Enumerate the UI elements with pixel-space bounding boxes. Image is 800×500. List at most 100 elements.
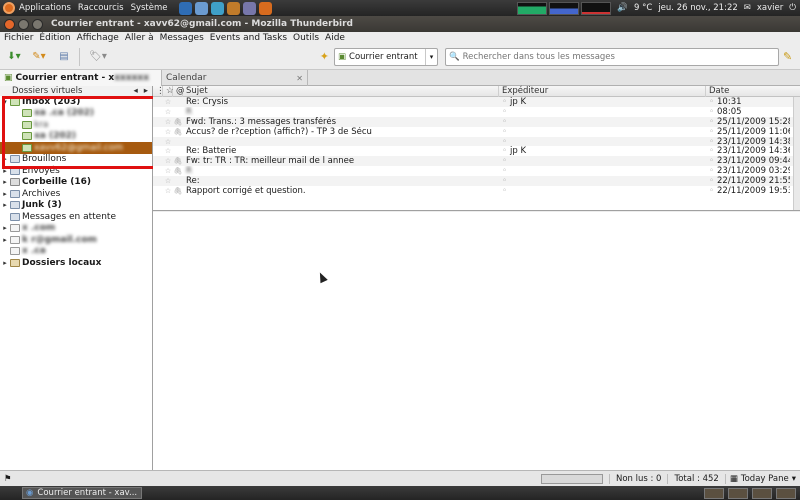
expand-twisty-icon[interactable]: ▸ — [0, 236, 10, 244]
menu-events-tasks[interactable]: Events and Tasks — [210, 33, 287, 43]
mail-indicator-icon[interactable]: ✉ — [744, 3, 751, 13]
expand-twisty-icon[interactable]: ▸ — [0, 259, 10, 267]
message-row[interactable]: ☆ 🖇 R ◦ ◦ 23/11/2009 03:29 — [153, 166, 800, 176]
read-dot-icon[interactable]: ◦ — [502, 127, 507, 137]
column-sender[interactable]: Expéditeur — [499, 85, 706, 97]
read-dot-icon[interactable]: ◦ — [502, 117, 507, 127]
message-row[interactable]: ☆ Re: ◦ ◦ 22/11/2009 21:55 — [153, 176, 800, 187]
menu-help[interactable]: Aide — [325, 33, 345, 43]
tab-inbox[interactable]: ▣ Courrier entrant - x xxxxxx — [0, 70, 162, 86]
expand-twisty-icon[interactable]: ▸ — [0, 190, 10, 198]
expand-twisty-icon[interactable]: ▸ — [0, 178, 10, 186]
message-row[interactable]: ☆ R ◦ ◦ 08:05 — [153, 107, 800, 117]
message-list-scrollbar[interactable] — [793, 97, 800, 210]
quick-filter-icon[interactable]: ✦ — [320, 50, 329, 63]
read-dot-icon[interactable]: ◦ — [502, 107, 507, 117]
column-subject[interactable]: Sujet — [183, 85, 499, 97]
folder-item[interactable]: ▸ Corbeille (16) — [0, 177, 152, 189]
get-mail-button[interactable]: ⬇▾ — [3, 48, 25, 66]
junk-dot-icon[interactable]: ◦ — [709, 186, 714, 196]
attachment-column-icon[interactable]: @ — [173, 85, 185, 97]
junk-dot-icon[interactable]: ◦ — [709, 107, 714, 117]
menu-go[interactable]: Aller à — [125, 33, 154, 43]
taskbar-thunderbird[interactable]: ◉ Courrier entrant - xav... — [22, 487, 142, 499]
folder-item[interactable]: ▸ x .com — [0, 223, 152, 235]
menu-file[interactable]: Fichier — [4, 33, 33, 43]
read-dot-icon[interactable]: ◦ — [502, 166, 507, 176]
star-icon[interactable]: ☆ — [163, 98, 173, 106]
chevron-left-icon[interactable]: ◂ — [133, 86, 137, 96]
trash-icon[interactable] — [776, 487, 796, 499]
menu-tools[interactable]: Outils — [293, 33, 319, 43]
column-date[interactable]: Date — [706, 86, 790, 97]
folder-item[interactable]: x .ca — [0, 246, 152, 258]
star-column-icon[interactable]: ☆ — [163, 85, 174, 97]
folder-item[interactable]: ▸ Junk (3) — [0, 200, 152, 212]
search-box[interactable]: 🔍 — [445, 47, 779, 66]
junk-dot-icon[interactable]: ◦ — [709, 166, 714, 176]
chevron-right-icon[interactable]: ▸ — [144, 86, 148, 96]
star-icon[interactable]: ☆ — [163, 147, 173, 155]
terminal-launcher-icon[interactable] — [242, 1, 256, 15]
message-row[interactable]: ☆ 🖇 Fw: tr: TR : TR: meilleur mail de l an… — [153, 156, 800, 167]
thread-column-icon[interactable]: ⋮ — [153, 85, 165, 97]
write-button[interactable]: ✎▾ — [28, 48, 50, 66]
star-icon[interactable]: ☆ — [163, 187, 173, 195]
online-status-icon[interactable]: ⚑ — [4, 474, 12, 484]
folder-location-select[interactable]: ▣ Courrier entrant ▾ — [334, 47, 438, 66]
menu-messages[interactable]: Messages — [160, 33, 204, 43]
junk-dot-icon[interactable]: ◦ — [709, 156, 714, 166]
message-row[interactable]: ☆ 🖇 Rapport corrigé et question. ◦ ◦ 22/11/2… — [153, 186, 800, 196]
tag-button[interactable]: 🏷▾ — [87, 48, 109, 66]
panel-menu-applications[interactable]: Applications — [19, 3, 71, 13]
star-icon[interactable]: ☆ — [163, 118, 173, 126]
star-icon[interactable]: ☆ — [163, 177, 173, 185]
user-name[interactable]: xavier — [757, 3, 783, 13]
tab-calendar[interactable]: Calendar ✕ — [162, 70, 308, 86]
star-icon[interactable]: ☆ — [163, 128, 173, 136]
expand-twisty-icon[interactable]: ▸ — [0, 224, 10, 232]
junk-dot-icon[interactable]: ◦ — [709, 146, 714, 156]
power-icon[interactable]: ⏻ — [789, 3, 796, 13]
thunderbird-launcher-icon[interactable] — [194, 1, 208, 15]
chat-launcher-icon[interactable] — [210, 1, 224, 15]
menu-view[interactable]: Affichage — [77, 33, 119, 43]
message-row[interactable]: ☆ 🖇 Fwd: Trans.: 3 messages transférés ◦ ◦ 2… — [153, 116, 800, 127]
star-icon[interactable]: ☆ — [163, 138, 173, 146]
junk-dot-icon[interactable]: ◦ — [709, 97, 714, 107]
weather[interactable]: 9 °C — [634, 3, 652, 13]
junk-dot-icon[interactable]: ◦ — [709, 117, 714, 127]
minimize-window-icon[interactable] — [18, 18, 29, 30]
menu-edit[interactable]: Édition — [39, 33, 70, 43]
message-row[interactable]: ☆ 🖇 Accus? de r?ception (affich?) - TP 3 d… — [153, 127, 800, 137]
junk-dot-icon[interactable]: ◦ — [709, 137, 714, 147]
expand-twisty-icon[interactable]: ▸ — [0, 201, 10, 209]
workspace-2[interactable] — [728, 487, 748, 499]
firefox-launcher-icon[interactable] — [178, 1, 192, 15]
read-dot-icon[interactable]: ◦ — [502, 146, 507, 156]
star-icon[interactable]: ☆ — [163, 157, 173, 165]
volume-icon[interactable]: 🔊 — [617, 3, 628, 13]
workspace-3[interactable] — [752, 487, 772, 499]
read-dot-icon[interactable]: ◦ — [502, 176, 507, 186]
junk-dot-icon[interactable]: ◦ — [709, 127, 714, 137]
folder-item[interactable]: ▸ k r@gmail.com — [0, 234, 152, 246]
ubuntu-logo-icon[interactable] — [3, 2, 15, 14]
address-book-button[interactable]: ▤ — [53, 48, 75, 66]
star-icon[interactable]: ☆ — [163, 108, 173, 116]
star-icon[interactable]: ☆ — [163, 167, 173, 175]
junk-dot-icon[interactable]: ◦ — [709, 176, 714, 186]
folder-item[interactable]: Messages en attente — [0, 211, 152, 223]
panel-menu-shortcuts[interactable]: Raccourcis — [78, 3, 124, 13]
close-window-icon[interactable] — [4, 18, 15, 30]
maximize-window-icon[interactable] — [32, 18, 43, 30]
folder-item[interactable]: ▸ Archives — [0, 188, 152, 200]
message-row[interactable]: ☆ Re: Crysis ◦ jp K ◦ 10:31 — [153, 97, 800, 107]
search-input[interactable] — [462, 51, 778, 62]
read-dot-icon[interactable]: ◦ — [502, 97, 507, 107]
panel-menu-system[interactable]: Système — [131, 3, 168, 13]
read-dot-icon[interactable]: ◦ — [502, 186, 507, 196]
read-dot-icon[interactable]: ◦ — [502, 137, 507, 147]
clock[interactable]: jeu. 26 nov., 21:22 — [658, 3, 737, 13]
today-pane-toggle[interactable]: ▦ Today Pane ▾ — [724, 473, 800, 484]
